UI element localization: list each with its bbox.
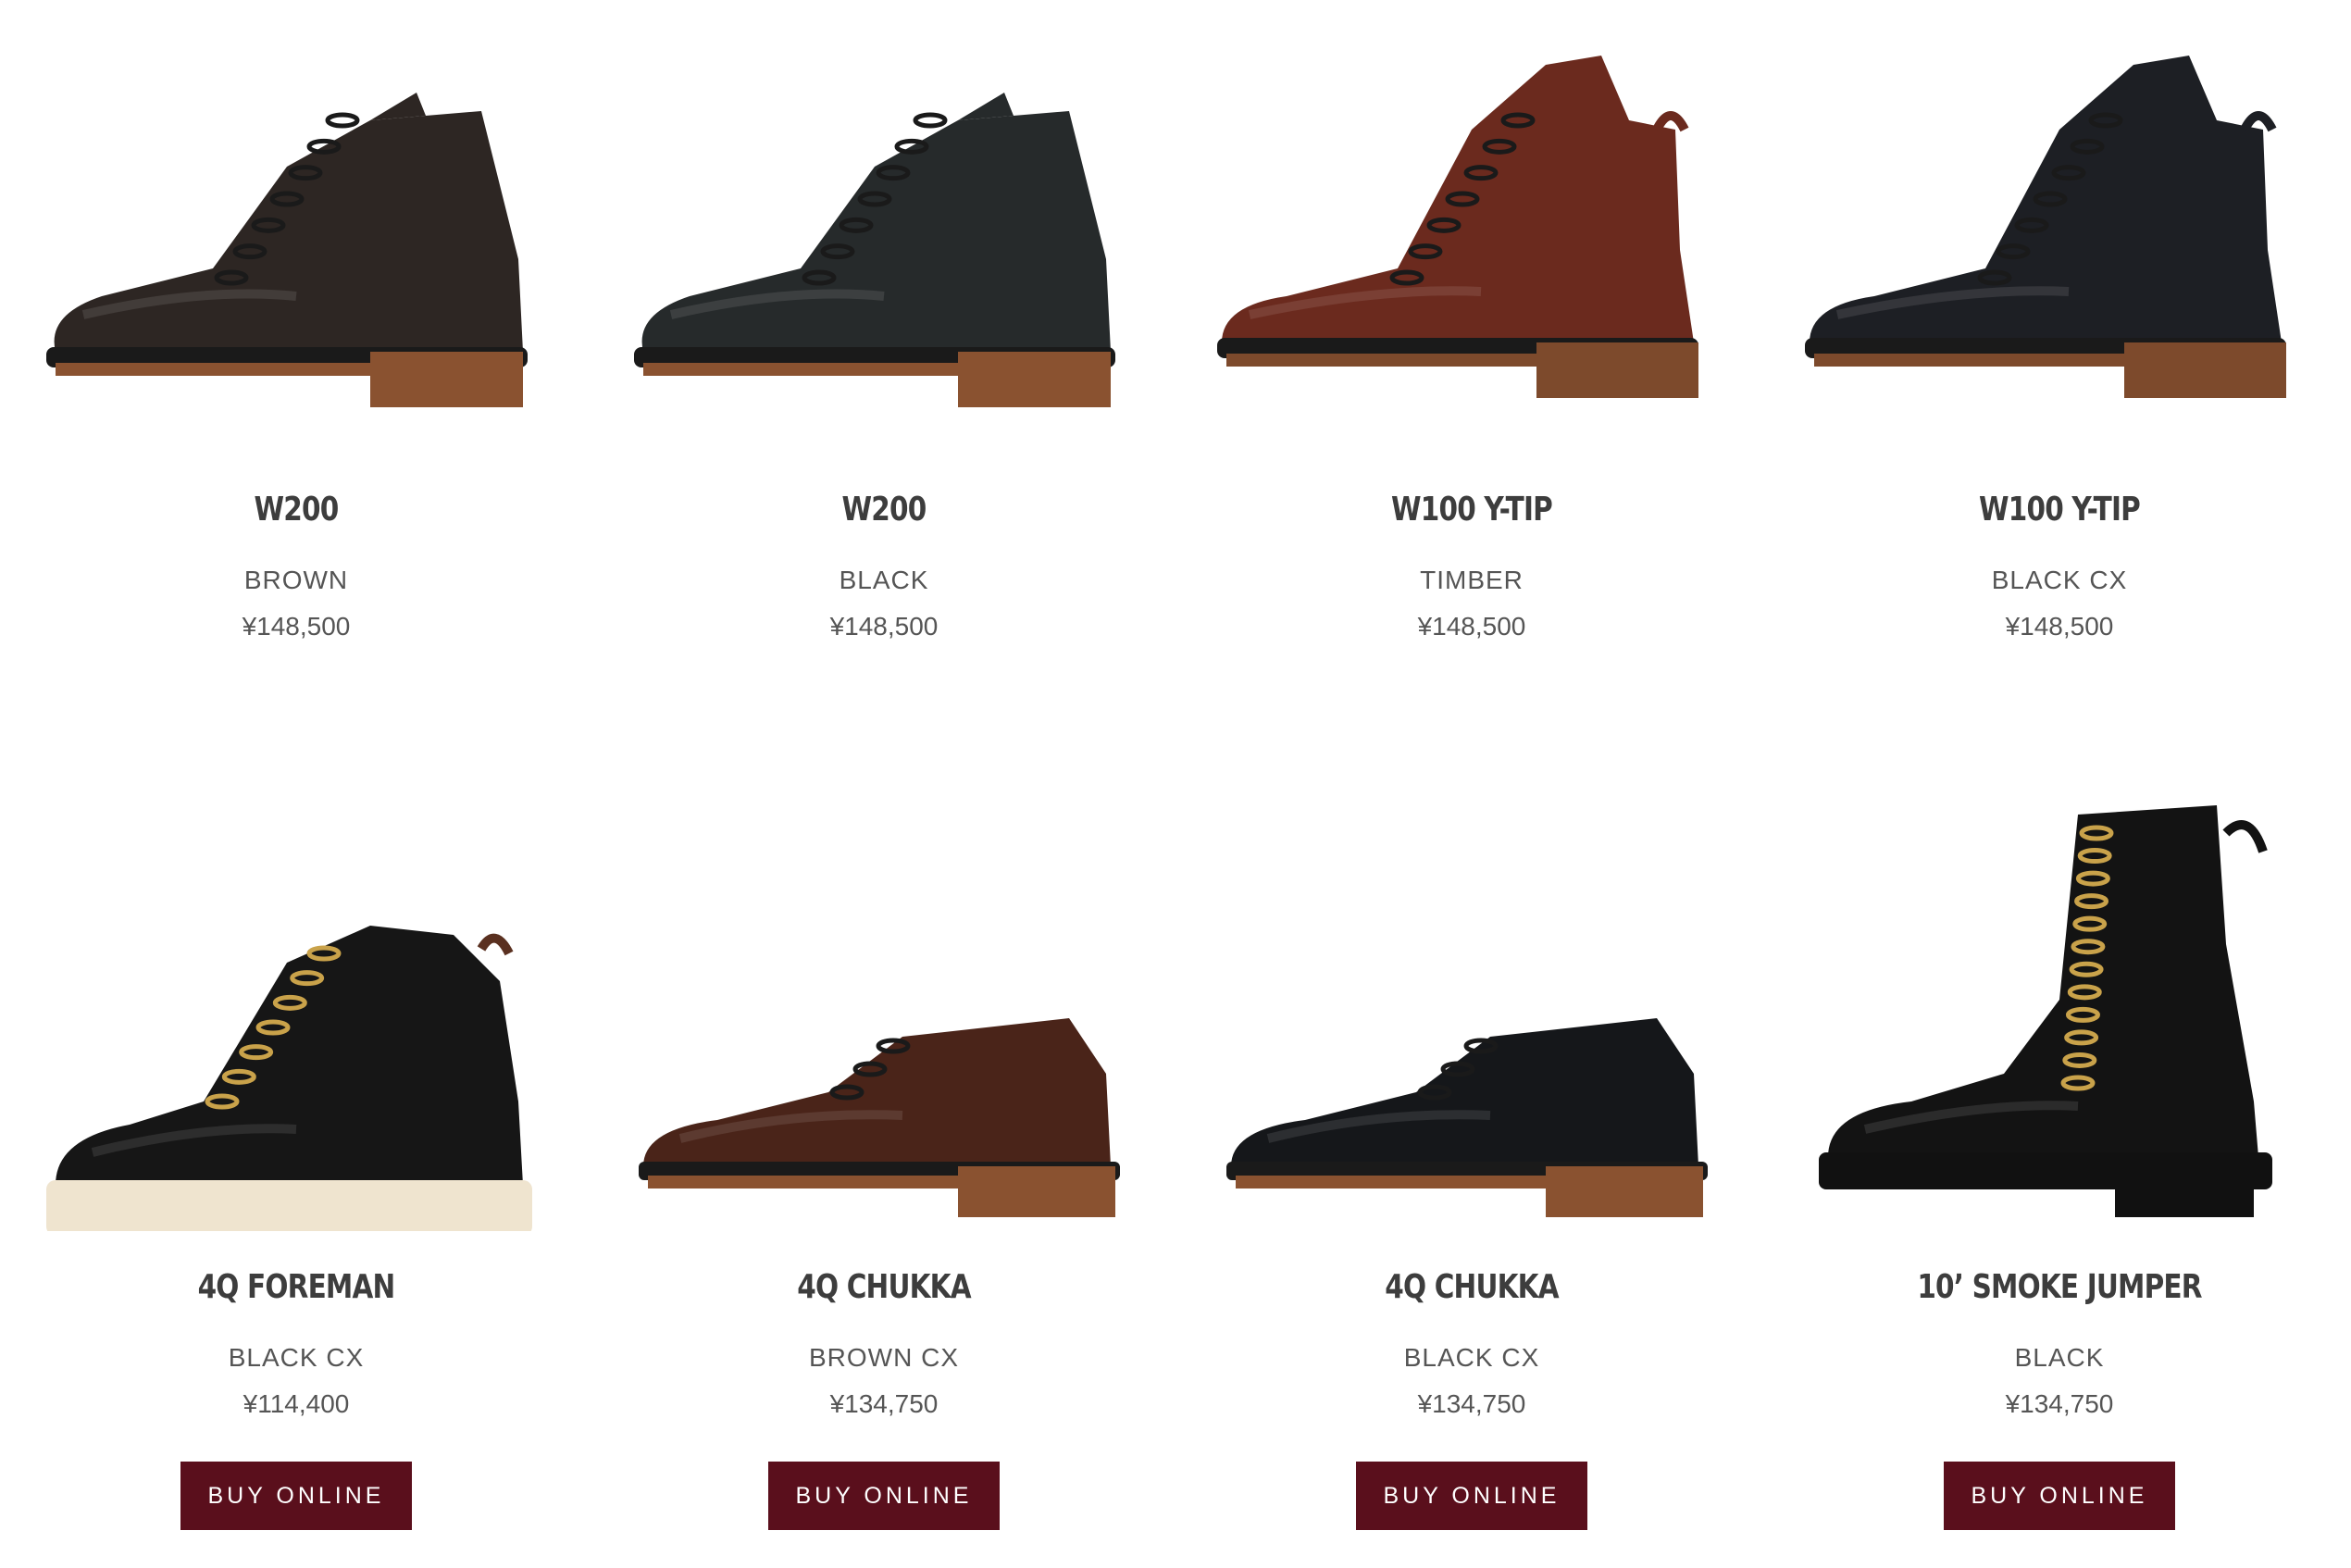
product-name[interactable]: 10’ SMOKE JUMPER (1817, 1268, 2303, 1306)
boot-illustration (1226, 1018, 1708, 1217)
product-color: BLACK CX (1991, 566, 2128, 594)
product-name[interactable]: W200 (641, 491, 1127, 529)
product-image[interactable] (19, 796, 574, 1231)
product-name[interactable]: 4Q FOREMAN (54, 1268, 540, 1306)
product-color: BLACK (839, 566, 929, 594)
product-card[interactable]: W200 BLACK ¥148,500 (588, 0, 1180, 641)
buy-online-button[interactable]: BUY ONLINE (180, 1462, 412, 1530)
product-color: BLACK CX (1403, 1343, 1540, 1372)
product-card[interactable]: 4Q FOREMAN BLACK CX ¥114,400 BUY ONLINE (0, 796, 592, 1530)
product-card[interactable]: 10’ SMOKE JUMPER BLACK ¥134,750 BUY ONLI… (1763, 796, 2351, 1530)
product-name[interactable]: W200 (54, 491, 540, 529)
product-price: ¥148,500 (1417, 612, 1526, 641)
product-image[interactable] (1194, 796, 1749, 1231)
product-image[interactable] (1782, 796, 2337, 1231)
product-image[interactable] (606, 19, 1162, 454)
product-name[interactable]: 4Q CHUKKA (1229, 1268, 1715, 1306)
product-card[interactable]: W100 Y-TIP BLACK CX ¥148,500 (1763, 0, 2351, 641)
boot-illustration (1805, 56, 2286, 398)
product-name[interactable]: W100 Y-TIP (1817, 491, 2303, 529)
buy-online-button[interactable]: BUY ONLINE (1356, 1462, 1587, 1530)
product-color: BROWN CX (809, 1343, 959, 1372)
product-price: ¥134,750 (1417, 1389, 1526, 1418)
buy-online-button[interactable]: BUY ONLINE (1944, 1462, 2175, 1530)
product-image[interactable] (19, 19, 574, 454)
product-price: ¥148,500 (829, 612, 939, 641)
boot-illustration (639, 1018, 1120, 1217)
product-color: TIMBER (1420, 566, 1524, 594)
product-card[interactable]: W100 Y-TIP TIMBER ¥148,500 (1176, 0, 1768, 641)
product-color: BLACK (2014, 1343, 2105, 1372)
product-image[interactable] (606, 796, 1162, 1231)
product-color: BLACK CX (228, 1343, 365, 1372)
product-card[interactable]: W200 BROWN ¥148,500 (0, 0, 592, 641)
boot-illustration (1819, 805, 2272, 1217)
product-image[interactable] (1194, 19, 1749, 454)
product-color: BROWN (243, 566, 349, 594)
boot-illustration (634, 93, 1115, 407)
boot-illustration (46, 926, 532, 1231)
product-price: ¥134,750 (2005, 1389, 2114, 1418)
product-name[interactable]: W100 Y-TIP (1229, 491, 1715, 529)
product-card[interactable]: 4Q CHUKKA BROWN CX ¥134,750 BUY ONLINE (588, 796, 1180, 1530)
product-price: ¥148,500 (242, 612, 351, 641)
product-card[interactable]: 4Q CHUKKA BLACK CX ¥134,750 BUY ONLINE (1176, 796, 1768, 1530)
product-price: ¥114,400 (243, 1389, 350, 1418)
product-price: ¥148,500 (2005, 612, 2114, 641)
boot-illustration (1217, 56, 1698, 398)
product-price: ¥134,750 (829, 1389, 939, 1418)
product-image[interactable] (1782, 19, 2337, 454)
product-name[interactable]: 4Q CHUKKA (641, 1268, 1127, 1306)
buy-online-button[interactable]: BUY ONLINE (768, 1462, 1000, 1530)
boot-illustration (46, 93, 528, 407)
product-grid: W200 BROWN ¥148,500 W200 BLACK ¥148,500 … (0, 0, 2351, 1568)
